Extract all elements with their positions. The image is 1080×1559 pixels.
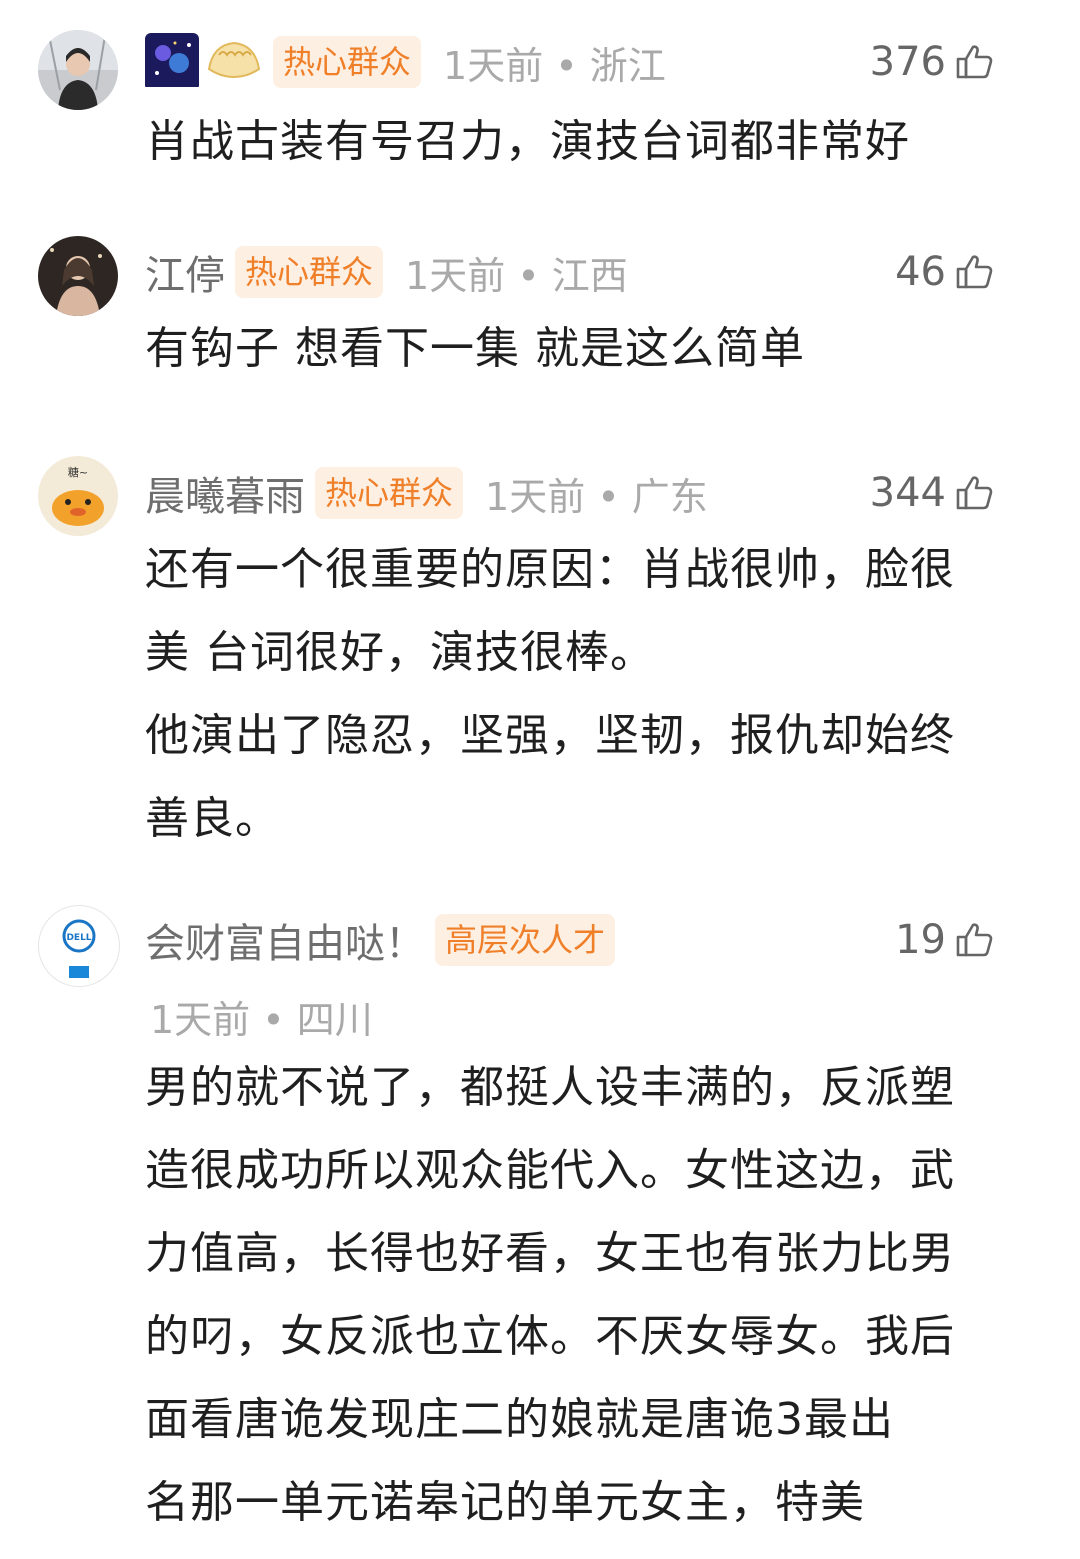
comment-meta: 1天前 • 广东	[485, 466, 708, 521]
comment-location: 广东	[631, 474, 708, 519]
cartoon-duck-icon: 糖~	[38, 456, 118, 536]
svg-text:糖~: 糖~	[68, 465, 88, 479]
comment-line: 善良。	[145, 793, 280, 844]
comment-line: 男的就不说了，都挺人设丰满的，反派塑	[145, 1062, 955, 1113]
comment-header: 会财富自由哒！ 高层次人才 19	[145, 910, 1040, 970]
username[interactable]: 会财富自由哒！	[145, 911, 425, 969]
thumb-up-icon	[954, 252, 994, 292]
like-count: 46	[895, 249, 946, 295]
comment-time: 1天前	[405, 253, 506, 298]
galaxy-sticker-icon	[145, 33, 199, 91]
dell-logo-icon: DELL	[62, 919, 96, 978]
user-badge: 热心群众	[315, 467, 464, 519]
like-count: 344	[869, 470, 946, 516]
comment-line: 力值高，长得也好看，女王也有张力比男	[145, 1228, 955, 1279]
like-button[interactable]: 19	[895, 910, 994, 970]
comment-time: 1天前	[443, 43, 544, 88]
meta-separator: •	[505, 253, 552, 298]
username[interactable]: 晨曦暮雨	[145, 464, 305, 522]
like-button[interactable]: 344	[870, 463, 994, 523]
meta-separator: •	[585, 474, 632, 519]
comment-meta: 1天前 • 江西	[405, 245, 628, 300]
comment-line: 的叼，女反派也立体。不厌女辱女。我后	[145, 1311, 955, 1362]
comment-text: 肖战古装有号召力，演技台词都非常好	[145, 100, 1040, 183]
comment-location: 江西	[551, 253, 628, 298]
thumb-up-icon	[954, 473, 994, 513]
like-count: 376	[869, 39, 946, 85]
thumb-up-icon	[954, 920, 994, 960]
comment-text: 还有一个很重要的原因：肖战很帅，脸很 美 台词很好，演技很棒。 他演出了隐忍，坚…	[145, 528, 1040, 860]
comment-header: 热心群众 1天前 • 浙江 376	[145, 32, 1040, 92]
user-avatar[interactable]: DELL	[38, 905, 120, 987]
person-photo-icon	[38, 236, 118, 316]
like-button[interactable]: 376	[870, 32, 994, 92]
comment-meta: 1天前 • 浙江	[443, 35, 666, 90]
comment-line: 名那一单元诺皋记的单元女主，特美	[145, 1477, 865, 1528]
comment-location: 浙江	[589, 43, 666, 88]
thumb-up-icon	[954, 42, 994, 82]
meta-separator: •	[543, 43, 590, 88]
comment-header: 江停 热心群众 1天前 • 江西 46	[145, 242, 1040, 302]
comment-text: 男的就不说了，都挺人设丰满的，反派塑 造很成功所以观众能代入。女性这边，武 力值…	[145, 1046, 1040, 1544]
comment-line: 美 台词很好，演技很棒。	[145, 627, 655, 678]
user-avatar[interactable]	[38, 236, 118, 316]
dumpling-icon	[205, 33, 263, 91]
comment-meta-row: 1天前 • 四川	[150, 986, 1040, 1046]
like-button[interactable]: 46	[895, 242, 994, 302]
comment-time: 1天前	[485, 474, 586, 519]
like-count: 19	[895, 917, 946, 963]
comment-location: 四川	[296, 997, 373, 1042]
comment-line: 有钩子 想看下一集 就是这么简单	[145, 323, 805, 374]
user-avatar[interactable]: 糖~	[38, 456, 118, 536]
comment-line: 他演出了隐忍，坚强，坚韧，报仇却始终	[145, 710, 955, 761]
person-photo-icon	[38, 30, 118, 110]
comment-line: 面看唐诡发现庄二的娘就是唐诡3最出	[145, 1394, 894, 1445]
comment-line: 肖战古装有号召力，演技台词都非常好	[145, 116, 910, 167]
user-badge: 热心群众	[273, 36, 422, 88]
comment-header: 晨曦暮雨 热心群众 1天前 • 广东 344	[145, 463, 1040, 523]
comment-time: 1天前	[150, 997, 251, 1042]
comment-meta: 1天前 • 四川	[150, 989, 373, 1044]
user-badge: 高层次人才	[435, 914, 616, 966]
user-badge: 热心群众	[235, 246, 384, 298]
comment-line: 造很成功所以观众能代入。女性这边，武	[145, 1145, 955, 1196]
comment-text: 有钩子 想看下一集 就是这么简单	[145, 307, 1040, 390]
svg-text:DELL: DELL	[66, 933, 91, 943]
user-avatar[interactable]	[38, 30, 118, 110]
comment-line: 还有一个很重要的原因：肖战很帅，脸很	[145, 544, 955, 595]
username[interactable]: 江停	[145, 243, 225, 301]
meta-separator: •	[250, 997, 297, 1042]
